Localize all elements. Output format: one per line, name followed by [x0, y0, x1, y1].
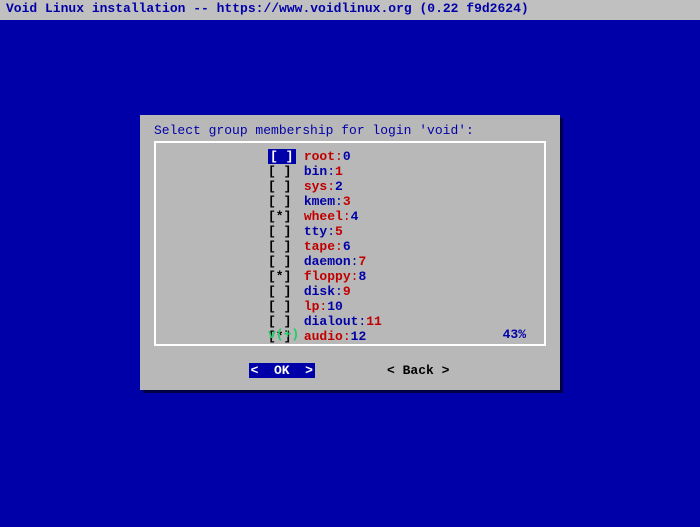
- group-gid: 4: [351, 209, 359, 224]
- group-row-tty[interactable]: [ ] tty:5: [156, 224, 544, 239]
- window-title: Void Linux installation -- https://www.v…: [0, 0, 700, 20]
- group-gid: 9: [343, 284, 351, 299]
- group-gid: 2: [335, 179, 343, 194]
- group-list-frame: [ ] root:0[ ] bin:1[ ] sys:2[ ] kmem:3[*…: [154, 141, 546, 346]
- group-row-kmem[interactable]: [ ] kmem:3: [156, 194, 544, 209]
- back-button[interactable]: < Back >: [385, 363, 451, 378]
- group-checkbox[interactable]: [ ]: [268, 194, 296, 209]
- group-list[interactable]: [ ] root:0[ ] bin:1[ ] sys:2[ ] kmem:3[*…: [156, 149, 544, 344]
- ok-button[interactable]: < OK >: [249, 363, 315, 378]
- group-checkbox[interactable]: [*]: [268, 269, 296, 284]
- group-checkbox[interactable]: [ ]: [268, 299, 296, 314]
- scroll-down-icon: v(+): [268, 327, 299, 342]
- group-row-floppy[interactable]: [*] floppy:8: [156, 269, 544, 284]
- group-gid: 5: [335, 224, 343, 239]
- group-name: sys: [304, 179, 327, 194]
- group-checkbox[interactable]: [ ]: [268, 179, 296, 194]
- group-row-sys[interactable]: [ ] sys:2: [156, 179, 544, 194]
- group-row-bin[interactable]: [ ] bin:1: [156, 164, 544, 179]
- group-name: root: [304, 149, 335, 164]
- group-gid: 8: [358, 269, 366, 284]
- group-name: wheel: [304, 209, 343, 224]
- group-checkbox[interactable]: [*]: [268, 209, 296, 224]
- group-checkbox[interactable]: [ ]: [268, 239, 296, 254]
- group-checkbox[interactable]: [ ]: [268, 254, 296, 269]
- group-name: tty: [304, 224, 327, 239]
- group-gid: 0: [343, 149, 351, 164]
- group-row-wheel[interactable]: [*] wheel:4: [156, 209, 544, 224]
- group-checkbox[interactable]: [ ]: [268, 284, 296, 299]
- group-name: tape: [304, 239, 335, 254]
- group-row-disk[interactable]: [ ] disk:9: [156, 284, 544, 299]
- group-membership-dialog: Select group membership for login 'void'…: [140, 115, 560, 390]
- group-row-daemon[interactable]: [ ] daemon:7: [156, 254, 544, 269]
- terminal-screen: Void Linux installation -- https://www.v…: [0, 0, 700, 527]
- group-checkbox[interactable]: [ ]: [268, 224, 296, 239]
- group-name: disk: [304, 284, 335, 299]
- group-checkbox[interactable]: [ ]: [268, 164, 296, 179]
- dialog-prompt: Select group membership for login 'void'…: [154, 123, 474, 138]
- group-name: lp: [304, 299, 320, 314]
- group-name: kmem: [304, 194, 335, 209]
- scroll-percent: 43%: [503, 327, 526, 342]
- group-name: bin: [304, 164, 327, 179]
- group-row-lp[interactable]: [ ] lp:10: [156, 299, 544, 314]
- group-gid: 10: [327, 299, 343, 314]
- group-gid: 6: [343, 239, 351, 254]
- group-gid: 1: [335, 164, 343, 179]
- group-name: daemon: [304, 254, 351, 269]
- group-row-tape[interactable]: [ ] tape:6: [156, 239, 544, 254]
- group-checkbox[interactable]: [ ]: [268, 149, 296, 164]
- group-gid: 3: [343, 194, 351, 209]
- group-name: floppy: [304, 269, 351, 284]
- group-row-root[interactable]: [ ] root:0: [156, 149, 544, 164]
- dialog-button-row: < OK > < Back >: [140, 360, 560, 380]
- scroll-indicator: v(+) 43%: [268, 327, 526, 342]
- group-gid: 7: [358, 254, 366, 269]
